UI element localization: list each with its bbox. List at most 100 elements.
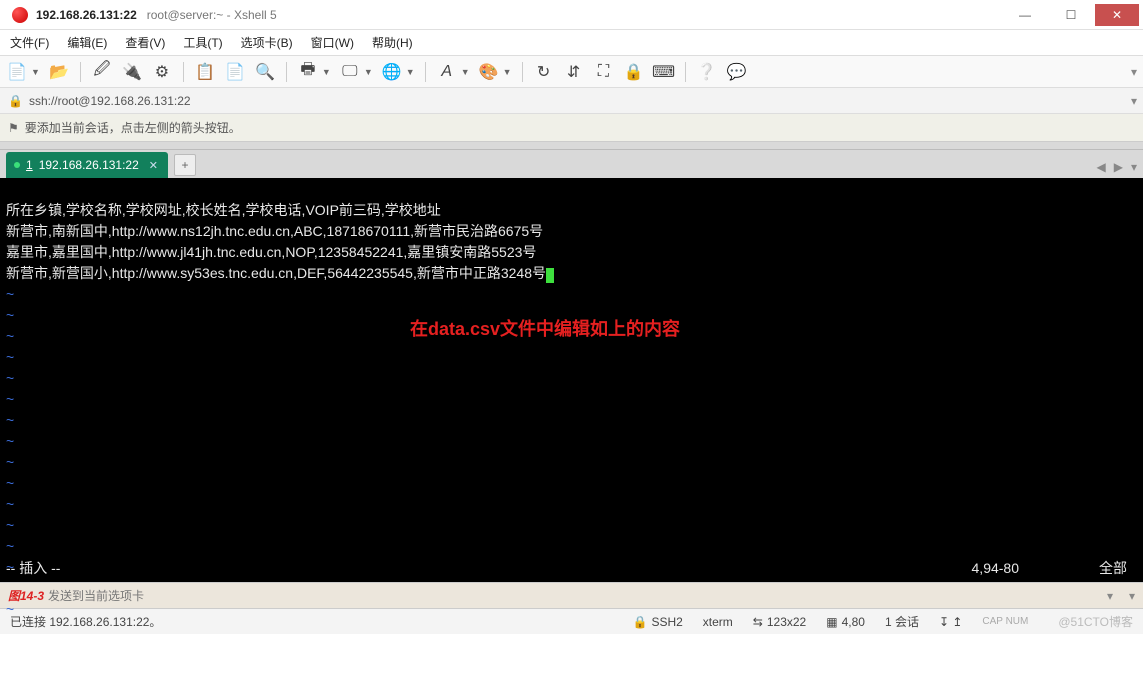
title-label: root@server:~ - Xshell 5 <box>147 8 277 22</box>
vim-extent: 全部 <box>1099 559 1127 578</box>
tab-strip: 1 192.168.26.131:22 ✕ + ◀ ▶ ▾ <box>0 150 1143 178</box>
find-icon[interactable]: 🔍 <box>254 61 276 83</box>
separator <box>80 62 81 82</box>
menu-help[interactable]: 帮助(H) <box>370 32 415 53</box>
vim-tilde: ~ <box>6 454 14 470</box>
transfer-icon[interactable]: ⇵ <box>563 61 585 83</box>
status-updown-icon[interactable]: ↧ ↥ <box>939 615 962 629</box>
paste-icon[interactable]: 📄 <box>224 61 246 83</box>
tab-number: 1 <box>26 158 33 172</box>
header-strip <box>0 142 1143 150</box>
vim-tilde: ~ <box>6 286 14 302</box>
terminal[interactable]: 所在乡镇,学校名称,学校网址,校长姓名,学校电话,VOIP前三码,学校地址 新营… <box>0 178 1143 582</box>
menu-file[interactable]: 文件(F) <box>8 32 51 53</box>
vim-status-line: -- 插入 -- 4,94-80 全部 <box>6 559 1137 578</box>
title-bar: 192.168.26.131:22 root@server:~ - Xshell… <box>0 0 1143 30</box>
keyboard-icon[interactable]: ⌨ <box>653 61 675 83</box>
tab-close-icon[interactable]: ✕ <box>149 159 158 172</box>
terminal-line: 新营市,新营国小,http://www.sy53es.tnc.edu.cn,DE… <box>6 265 546 281</box>
tab-list-icon[interactable]: ▾ <box>1131 160 1137 174</box>
dropdown-icon[interactable]: ▼ <box>503 67 512 77</box>
vim-tilde: ~ <box>6 538 14 554</box>
status-protocol: 🔒SSH2 <box>632 615 682 629</box>
session-tab[interactable]: 1 192.168.26.131:22 ✕ <box>6 152 168 178</box>
dropdown-icon[interactable]: ▼ <box>31 67 40 77</box>
toolbar-overflow-icon[interactable]: ▾ <box>1131 65 1137 79</box>
maximize-button[interactable]: ☐ <box>1049 4 1093 26</box>
menu-edit[interactable]: 编辑(E) <box>65 32 109 53</box>
vim-tilde: ~ <box>6 370 14 386</box>
separator <box>685 62 686 82</box>
cursor <box>546 268 554 283</box>
properties-icon[interactable]: ⚙ <box>151 61 173 83</box>
separator <box>286 62 287 82</box>
close-button[interactable]: ✕ <box>1095 4 1139 26</box>
addrbar-dropdown-icon[interactable]: ▾ <box>1131 94 1137 108</box>
status-caps: CAP NUM <box>982 616 1028 627</box>
vim-tilde: ~ <box>6 412 14 428</box>
send-overflow-icon[interactable]: ▾ <box>1129 589 1135 603</box>
refresh-icon[interactable]: ↻ <box>533 61 555 83</box>
window-controls: — ☐ ✕ <box>1001 4 1139 26</box>
vim-tilde: ~ <box>6 349 14 365</box>
ssh-icon: 🔒 <box>632 615 647 629</box>
minimize-button[interactable]: — <box>1003 4 1047 26</box>
send-placeholder[interactable]: 发送到当前选项卡 <box>48 587 144 604</box>
send-dropdown-icon[interactable]: ▾ <box>1107 589 1113 603</box>
menu-view[interactable]: 查看(V) <box>123 32 167 53</box>
url-text[interactable]: ssh://root@192.168.26.131:22 <box>29 94 191 108</box>
vim-tilde: ~ <box>6 496 14 512</box>
address-bar: 🔒 ssh://root@192.168.26.131:22 ▾ <box>0 88 1143 114</box>
flag-icon: ⚑ <box>8 121 19 135</box>
menu-tabs[interactable]: 选项卡(B) <box>239 32 295 53</box>
hint-bar: ⚑ 要添加当前会话，点击左侧的箭头按钮。 <box>0 114 1143 142</box>
dropdown-icon[interactable]: ▼ <box>406 67 415 77</box>
menu-tools[interactable]: 工具(T) <box>181 32 224 53</box>
status-connection: 已连接 192.168.26.131:22。 <box>10 613 161 630</box>
tab-nav: ◀ ▶ ▾ <box>1097 160 1138 174</box>
toolbar: 📄▼ 📂 🖉 🔌 ⚙ 📋 📄 🔍 🖶▼ 🖵▼ 🌐▼ A▼ 🎨▼ ↻ ⇵ ⛶ 🔒 … <box>0 56 1143 88</box>
vim-tilde: ~ <box>6 433 14 449</box>
figure-label: 图14-3 <box>8 587 44 604</box>
status-sessions: 1 会话 <box>885 613 919 630</box>
vim-tilde: ~ <box>6 307 14 323</box>
print-icon[interactable]: 🖶 <box>297 61 319 83</box>
vim-tilde: ~ <box>6 517 14 533</box>
font-icon[interactable]: A <box>436 61 458 83</box>
vim-position: 4,94-80 <box>972 559 1019 578</box>
status-bar: 已连接 192.168.26.131:22。 🔒SSH2 xterm ⇆123x… <box>0 608 1143 634</box>
vim-tilde: ~ <box>6 475 14 491</box>
copy-icon[interactable]: 📋 <box>194 61 216 83</box>
status-size: ⇆123x22 <box>753 615 806 629</box>
ssh-lock-icon: 🔒 <box>8 94 23 108</box>
screen-icon[interactable]: 🖵 <box>339 61 361 83</box>
disconnect-icon[interactable]: 🔌 <box>121 61 143 83</box>
new-session-icon[interactable]: 📄 <box>6 61 28 83</box>
vim-tilde: ~ <box>6 328 14 344</box>
chat-icon[interactable]: 💬 <box>726 61 748 83</box>
watermark: @51CTO博客 <box>1058 613 1133 630</box>
tab-prev-icon[interactable]: ◀ <box>1097 160 1106 174</box>
lock-icon[interactable]: 🔒 <box>623 61 645 83</box>
status-dot-icon <box>14 162 20 168</box>
dropdown-icon[interactable]: ▼ <box>364 67 373 77</box>
fullscreen-icon[interactable]: ⛶ <box>593 61 615 83</box>
terminal-line: 嘉里市,嘉里国中,http://www.jl41jh.tnc.edu.cn,NO… <box>6 244 536 260</box>
status-term: xterm <box>703 615 733 629</box>
help-icon[interactable]: ❔ <box>696 61 718 83</box>
grid-icon: ▦ <box>826 615 837 629</box>
dropdown-icon[interactable]: ▼ <box>322 67 331 77</box>
globe-icon[interactable]: 🌐 <box>381 61 403 83</box>
reconnect-icon[interactable]: 🖉 <box>91 61 113 83</box>
color-icon[interactable]: 🎨 <box>478 61 500 83</box>
dropdown-icon[interactable]: ▼ <box>461 67 470 77</box>
separator <box>425 62 426 82</box>
tab-label: 192.168.26.131:22 <box>39 158 139 172</box>
vim-tilde: ~ <box>6 391 14 407</box>
title-address: 192.168.26.131:22 <box>36 8 137 22</box>
tab-next-icon[interactable]: ▶ <box>1114 160 1123 174</box>
menu-window[interactable]: 窗口(W) <box>309 32 356 53</box>
status-cursor: ▦4,80 <box>826 615 865 629</box>
add-tab-button[interactable]: + <box>174 154 196 176</box>
open-icon[interactable]: 📂 <box>48 61 70 83</box>
